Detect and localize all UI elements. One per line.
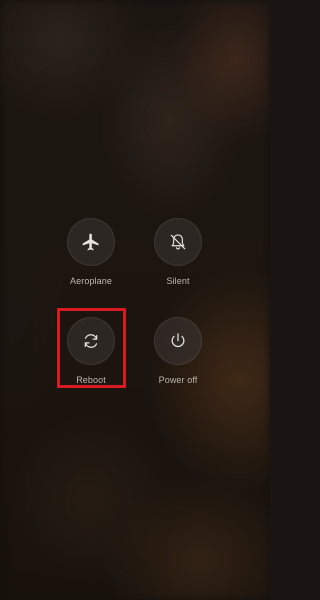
power-off-button[interactable]: [154, 317, 202, 365]
aeroplane-label: Aeroplane: [70, 276, 112, 286]
power-off-option[interactable]: Power off: [138, 317, 218, 407]
silent-toggle[interactable]: Silent: [138, 218, 218, 308]
bell-off-icon: [170, 234, 186, 250]
reboot-highlight-box: [57, 308, 126, 388]
silent-label: Silent: [166, 276, 190, 286]
aeroplane-toggle[interactable]: Aeroplane: [51, 218, 131, 308]
power-menu: Aeroplane Silent Reboot Power off: [0, 0, 270, 600]
silent-button[interactable]: [154, 218, 202, 266]
power-icon: [171, 333, 185, 348]
aeroplane-button[interactable]: [67, 218, 115, 266]
airplane-icon: [82, 233, 99, 251]
power-off-label: Power off: [158, 375, 198, 385]
power-menu-screen: Aeroplane Silent Reboot Power off: [0, 0, 270, 600]
